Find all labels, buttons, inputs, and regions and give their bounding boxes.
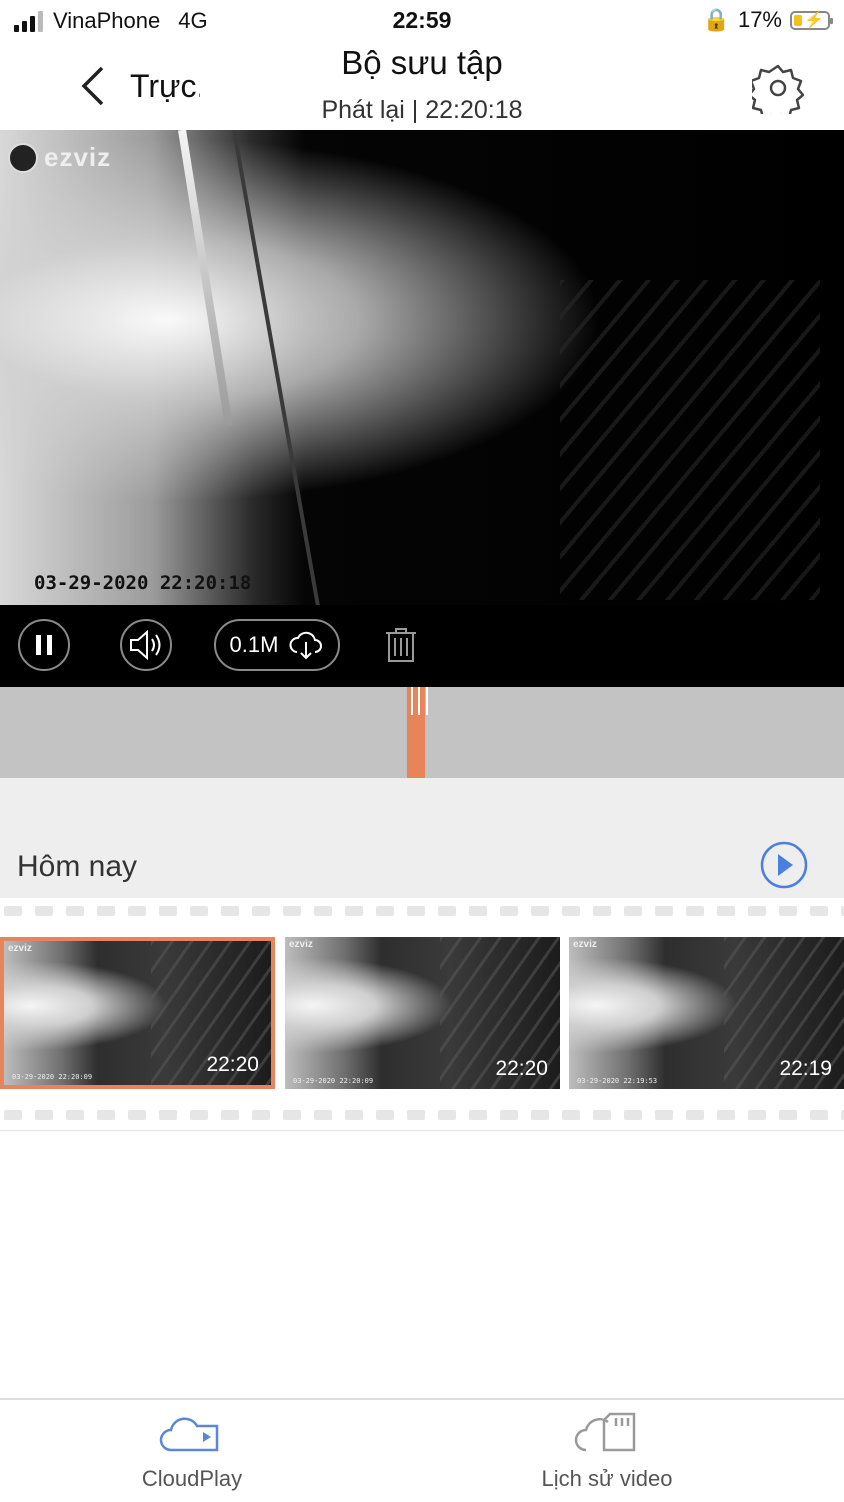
trash-icon — [386, 628, 416, 662]
page-title: Bộ sưu tập — [341, 44, 503, 81]
cloud-sdcard-icon — [574, 1412, 636, 1452]
speaker-icon — [130, 630, 161, 660]
gear-icon[interactable] — [752, 62, 804, 114]
status-bar: VinaPhone 4G 22:59 🔒 17% ⚡ — [0, 0, 844, 44]
rotation-lock-icon: 🔒 — [702, 7, 730, 32]
clip-thumbnail[interactable]: ezviz 03-29-2020 22:19:53 22:19 — [569, 937, 844, 1089]
cloud-video-icon — [159, 1417, 219, 1452]
pause-button[interactable] — [18, 619, 70, 671]
section-label: Hôm nay — [17, 850, 138, 883]
clip-time: 22:19 — [779, 1057, 832, 1080]
timeline-cursor[interactable] — [407, 687, 425, 778]
clip-time: 22:20 — [206, 1053, 259, 1076]
clip-time: 22:20 — [495, 1057, 548, 1080]
delete-button[interactable] — [380, 619, 422, 671]
date-section-header: Hôm nay — [0, 778, 844, 898]
video-player[interactable]: ezviz 03-29-2020 22:20:18 — [0, 130, 844, 605]
video-timestamp: 03-29-2020 22:20:18 — [34, 572, 252, 594]
divider — [0, 1130, 844, 1131]
page-subtitle: Phát lại | 22:20:18 — [321, 96, 523, 124]
clip-thumbnail[interactable]: ezviz 03-29-2020 22:20:09 22:20 — [0, 937, 275, 1089]
clip-stamp: 03-29-2020 22:20:09 — [12, 1073, 93, 1081]
sound-button[interactable] — [120, 619, 172, 671]
ezviz-logo: ezviz — [8, 142, 111, 173]
tab-bar: CloudPlay Lịch sử video — [0, 1398, 844, 1502]
tab-video-history[interactable]: Lịch sử video — [457, 1410, 757, 1492]
download-button[interactable]: 0.1M — [214, 619, 340, 671]
clip-stamp: 03-29-2020 22:19:53 — [577, 1077, 658, 1085]
tab-cloudplay[interactable]: CloudPlay — [42, 1410, 342, 1492]
battery-icon: ⚡ — [790, 10, 833, 30]
download-size: 0.1M — [229, 632, 279, 657]
battery-percent: 17% — [737, 7, 782, 32]
playback-timeline[interactable] — [0, 687, 844, 778]
nav-bar: Trực. Bộ sưu tập Phát lại | 22:20:18 — [0, 44, 844, 130]
tab-label: CloudPlay — [141, 1466, 243, 1491]
player-controls: 0.1M — [0, 605, 844, 687]
clip-strip: ezviz 03-29-2020 22:20:09 22:20 ezviz 03… — [0, 898, 844, 1132]
cloud-download-icon — [289, 631, 323, 660]
tab-label: Lịch sử video — [541, 1466, 673, 1491]
clip-stamp: 03-29-2020 22:20:09 — [293, 1077, 374, 1085]
play-circle-icon[interactable] — [760, 841, 808, 889]
pause-icon — [36, 635, 52, 655]
clip-thumbnail[interactable]: ezviz 03-29-2020 22:20:09 22:20 — [285, 937, 560, 1089]
